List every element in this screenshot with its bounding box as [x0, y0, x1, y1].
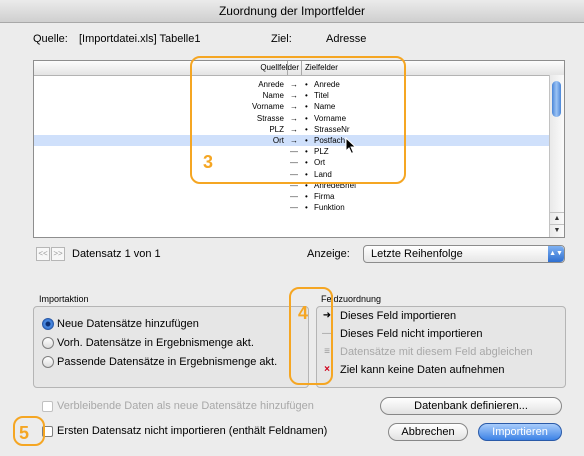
prev-record-button[interactable]: <<: [36, 247, 50, 261]
table-row[interactable]: — Firma •: [34, 191, 549, 202]
drag-handle-icon[interactable]: •: [305, 191, 308, 202]
callout-number-3: 3: [203, 152, 214, 172]
mouse-cursor-icon: [345, 137, 357, 155]
import-action-title: Importaktion: [39, 294, 89, 304]
legend-import-label: Dieses Feld importieren: [340, 310, 457, 322]
checkbox-remaining-data[interactable]: [42, 401, 53, 412]
target-field-name: Funktion: [314, 203, 345, 213]
checkbox-skip-first-record-label[interactable]: Ersten Datensatz nicht importieren (enth…: [57, 425, 327, 437]
no-import-dash-icon[interactable]: —: [287, 191, 301, 202]
callout-box-4: [289, 287, 333, 385]
callout-box-3: [190, 56, 406, 184]
target-field-name: Firma: [314, 192, 335, 201]
radio-update-existing-records-label[interactable]: Vorh. Datensätze in Ergebnismenge akt.: [57, 337, 254, 349]
display-order-popup[interactable]: Letzte Reihenfolge ▲▼: [363, 245, 565, 263]
import-button[interactable]: Importieren: [478, 423, 562, 441]
no-import-dash-icon[interactable]: —: [287, 202, 301, 213]
import-field-mapping-dialog: Zuordnung der Importfelder Quelle: [Impo…: [0, 0, 584, 456]
callout-number-4: 4: [298, 303, 309, 323]
popup-arrows-icon: ▲▼: [548, 246, 564, 262]
checkbox-remaining-data-label[interactable]: Verbleibende Daten als neue Datensätze h…: [57, 400, 314, 412]
radio-update-existing-records[interactable]: [42, 337, 54, 349]
record-counter: Datensatz 1 von 1: [72, 248, 161, 260]
table-row[interactable]: — Funktion •: [34, 202, 549, 213]
source-value: [Importdatei.xls] Tabelle1: [79, 33, 201, 45]
radio-add-new-records-label[interactable]: Neue Datensätze hinzufügen: [57, 318, 199, 330]
legend-match-label: Datensätze mit diesem Feld abgleichen: [340, 346, 533, 358]
scroll-down-arrow-icon[interactable]: ▼: [550, 224, 564, 237]
vertical-scrollbar[interactable]: ▲ ▼: [549, 75, 564, 237]
source-label: Quelle:: [33, 33, 68, 45]
radio-update-matching-records[interactable]: [42, 356, 54, 368]
scrollbar-thumb[interactable]: [552, 81, 561, 117]
drag-handle-icon[interactable]: •: [305, 202, 308, 213]
legend-no-import-label: Dieses Feld nicht importieren: [340, 328, 483, 340]
callout-number-5: 5: [19, 423, 30, 443]
display-label: Anzeige:: [307, 248, 350, 260]
window-title: Zuordnung der Importfelder: [0, 0, 584, 23]
target-value: Adresse: [326, 33, 367, 45]
radio-update-matching-records-label[interactable]: Passende Datensätze in Ergebnismenge akt…: [57, 356, 277, 368]
radio-add-new-records[interactable]: [42, 318, 54, 330]
target-label: Ziel:: [271, 33, 292, 45]
define-database-button[interactable]: Datenbank definieren...: [380, 397, 562, 415]
display-order-value: Letzte Reihenfolge: [371, 248, 463, 260]
next-record-button[interactable]: >>: [51, 247, 65, 261]
legend-no-data-label: Ziel kann keine Daten aufnehmen: [340, 364, 505, 376]
cancel-button[interactable]: Abbrechen: [388, 423, 468, 441]
